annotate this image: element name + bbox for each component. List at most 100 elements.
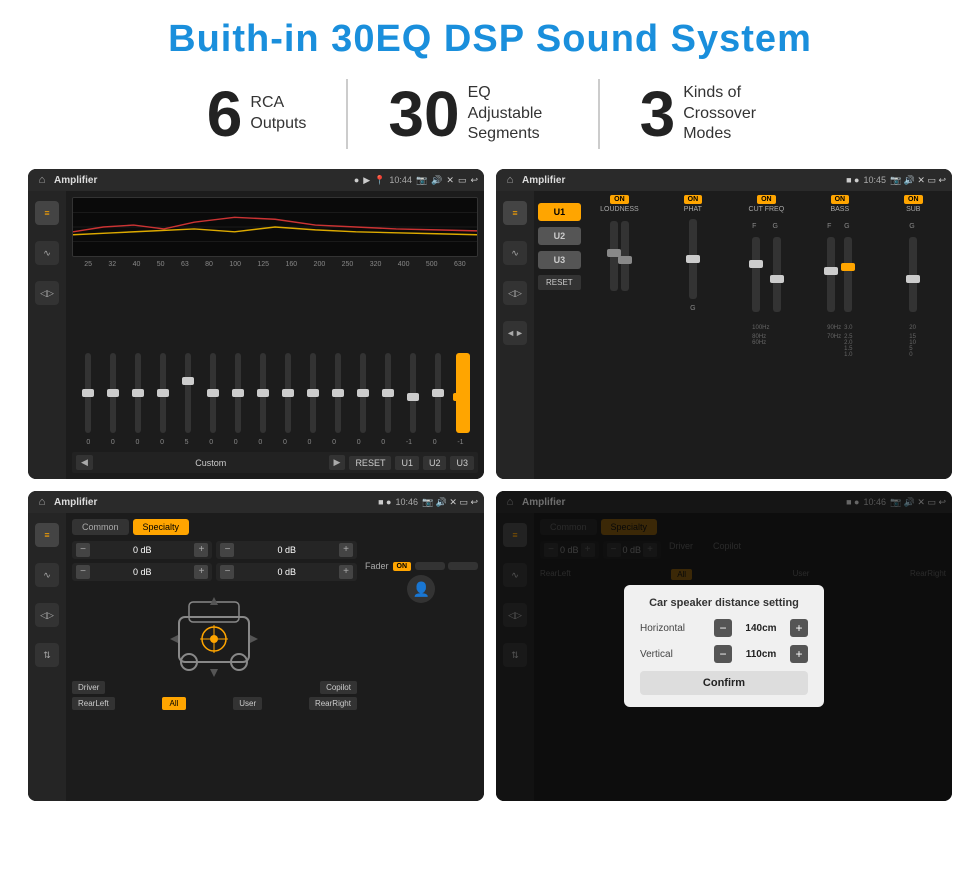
fader-tabs: Common Specialty xyxy=(72,519,478,535)
car-diagram xyxy=(164,587,264,677)
eq-slider-4 xyxy=(176,353,199,433)
eq-u3-button[interactable]: U3 xyxy=(450,456,474,470)
dialog-overlay: Car speaker distance setting Horizontal … xyxy=(496,491,952,801)
fader-content: Common Specialty − 0 dB + − xyxy=(66,513,484,801)
eq-next-button[interactable]: ▶ xyxy=(329,455,346,470)
topbar-cam: 📷 xyxy=(416,175,427,186)
driver-button[interactable]: Driver xyxy=(72,681,105,694)
topbar-back: ↩ xyxy=(470,175,478,186)
bottom-row-btns: RearLeft All User RearRight xyxy=(72,697,357,710)
stat-text-crossover: Kinds ofCrossover Modes xyxy=(683,83,773,145)
eq-u1-button[interactable]: U1 xyxy=(395,456,419,470)
fader-left: − 0 dB + − 0 dB + − 0 dB xyxy=(72,541,357,710)
screens-grid: ⌂ Amplifier ● ▶ 📍 10:44 📷 🔊 ✕ ▭ ↩ ≡ ∿ ◁▷ xyxy=(0,163,980,811)
dialog-vertical-row: Vertical − 110cm + xyxy=(640,645,808,663)
eq-slider-2 xyxy=(126,353,149,433)
home-icon-3[interactable]: ⌂ xyxy=(34,494,50,510)
fader-slider-2[interactable] xyxy=(448,562,478,570)
amp-u3-button[interactable]: U3 xyxy=(538,251,581,269)
horizontal-plus-button[interactable]: + xyxy=(790,619,808,637)
topbar-x: ✕ xyxy=(446,175,454,186)
stat-number-rca: 6 xyxy=(207,82,243,146)
amp-reset-button[interactable]: RESET xyxy=(538,275,581,290)
bottom-labels: Driver Copilot xyxy=(72,681,357,694)
topbar-time-amp: 10:45 xyxy=(863,175,886,185)
db-plus-tr[interactable]: + xyxy=(339,543,353,557)
db-plus-bl[interactable]: + xyxy=(194,565,208,579)
loudness-on-badge: ON xyxy=(610,195,629,204)
db-controls-grid: − 0 dB + − 0 dB + − 0 dB xyxy=(72,541,357,581)
topbar-icons-fader: 📷 🔊 ✕ ▭ ↩ xyxy=(422,497,478,508)
db-minus-bl[interactable]: − xyxy=(76,565,90,579)
rearright-button[interactable]: RearRight xyxy=(309,697,357,710)
sidebar-fader-arrows-icon[interactable]: ⇅ xyxy=(35,643,59,667)
home-icon-2[interactable]: ⌂ xyxy=(502,172,518,188)
amp-u1-button[interactable]: U1 xyxy=(538,203,581,221)
eq-bottom-bar: ◀ Custom ▶ RESET U1 U2 U3 xyxy=(72,452,478,473)
eq-slider-11 xyxy=(351,353,374,433)
amp-u2-button[interactable]: U2 xyxy=(538,227,581,245)
db-plus-tl[interactable]: + xyxy=(194,543,208,557)
horizontal-minus-button[interactable]: − xyxy=(714,619,732,637)
topbar-time-eq: 10:44 xyxy=(389,175,412,185)
db-value-br: 0 dB xyxy=(236,567,337,577)
screen-body-amp: ≡ ∿ ◁▷ ◄► U1 U2 U3 RESET ON LOUDNESS xyxy=(496,191,952,479)
eq-slider-10 xyxy=(326,353,349,433)
topbar-dots: ● xyxy=(354,175,359,185)
stat-eq: 30 EQ AdjustableSegments xyxy=(348,82,597,146)
confirm-button[interactable]: Confirm xyxy=(640,671,808,695)
sidebar-fader-spk-icon[interactable]: ◁▷ xyxy=(35,603,59,627)
dialog-horizontal-label: Horizontal xyxy=(640,623,685,634)
sidebar-amp-wave-icon[interactable]: ∿ xyxy=(503,241,527,265)
db-control-br: − 0 dB + xyxy=(216,563,357,581)
rearleft-button[interactable]: RearLeft xyxy=(72,697,115,710)
sidebar-amp-eq-icon[interactable]: ≡ xyxy=(503,201,527,225)
eq-prev-button[interactable]: ◀ xyxy=(76,455,93,470)
eq-value-labels: 000 050 000 000 0-10 -1 xyxy=(72,437,478,448)
db-plus-br[interactable]: + xyxy=(339,565,353,579)
vertical-minus-button[interactable]: − xyxy=(714,645,732,663)
screen-fader: ⌂ Amplifier ■ ● 10:46 📷 🔊 ✕ ▭ ↩ ≡ ∿ ◁▷ ⇅… xyxy=(28,491,484,801)
sidebar-eq-icon[interactable]: ≡ xyxy=(35,201,59,225)
stat-number-eq: 30 xyxy=(388,82,459,146)
eq-u2-button[interactable]: U2 xyxy=(423,456,447,470)
phat-label: PHAT xyxy=(684,206,702,213)
user-button[interactable]: User xyxy=(233,697,262,710)
dialog-horizontal-row: Horizontal − 140cm + xyxy=(640,619,808,637)
db-minus-tl[interactable]: − xyxy=(76,543,90,557)
topbar-dots-2: ■ ● xyxy=(846,175,859,185)
amp-channels: U1 U2 U3 RESET xyxy=(538,195,581,475)
amp-content: U1 U2 U3 RESET ON LOUDNESS xyxy=(534,191,952,479)
sidebar-amp-spk-icon[interactable]: ◁▷ xyxy=(503,281,527,305)
user-avatar-icon: 👤 xyxy=(407,575,435,603)
fader-tab-common[interactable]: Common xyxy=(72,519,129,535)
vertical-plus-button[interactable]: + xyxy=(790,645,808,663)
fader-main: − 0 dB + − 0 dB + − 0 dB xyxy=(72,541,478,710)
eq-sliders xyxy=(72,272,478,433)
eq-reset-button[interactable]: RESET xyxy=(349,456,391,470)
screen-body-fader: ≡ ∿ ◁▷ ⇅ Common Specialty − 0 dB xyxy=(28,513,484,801)
all-button[interactable]: All xyxy=(162,697,187,710)
db-minus-br[interactable]: − xyxy=(220,565,234,579)
fader-slider-1[interactable] xyxy=(415,562,445,570)
sidebar-fader-eq-icon[interactable]: ≡ xyxy=(35,523,59,547)
copilot-button[interactable]: Copilot xyxy=(320,681,357,694)
sidebar-amp-vol-icon[interactable]: ◄► xyxy=(503,321,527,345)
sub-on-badge: ON xyxy=(904,195,923,204)
eq-slider-15 xyxy=(451,353,474,433)
sidebar-wave-icon[interactable]: ∿ xyxy=(35,241,59,265)
fader-on-badge: ON xyxy=(393,562,412,571)
stat-number-crossover: 3 xyxy=(640,82,676,146)
amp-loudness: ON LOUDNESS xyxy=(585,195,654,475)
eq-slider-6 xyxy=(226,353,249,433)
home-icon[interactable]: ⌂ xyxy=(34,172,50,188)
sub-label: SUB xyxy=(906,206,920,213)
amp-sub: ON SUB G 20 15 10 5 0 xyxy=(879,195,948,475)
db-minus-tr[interactable]: − xyxy=(220,543,234,557)
eq-slider-5 xyxy=(201,353,224,433)
topbar-time-fader: 10:46 xyxy=(395,497,418,507)
sidebar-fader-wave-icon[interactable]: ∿ xyxy=(35,563,59,587)
fader-tab-specialty[interactable]: Specialty xyxy=(133,519,190,535)
eq-slider-9 xyxy=(301,353,324,433)
sidebar-speaker-icon[interactable]: ◁▷ xyxy=(35,281,59,305)
